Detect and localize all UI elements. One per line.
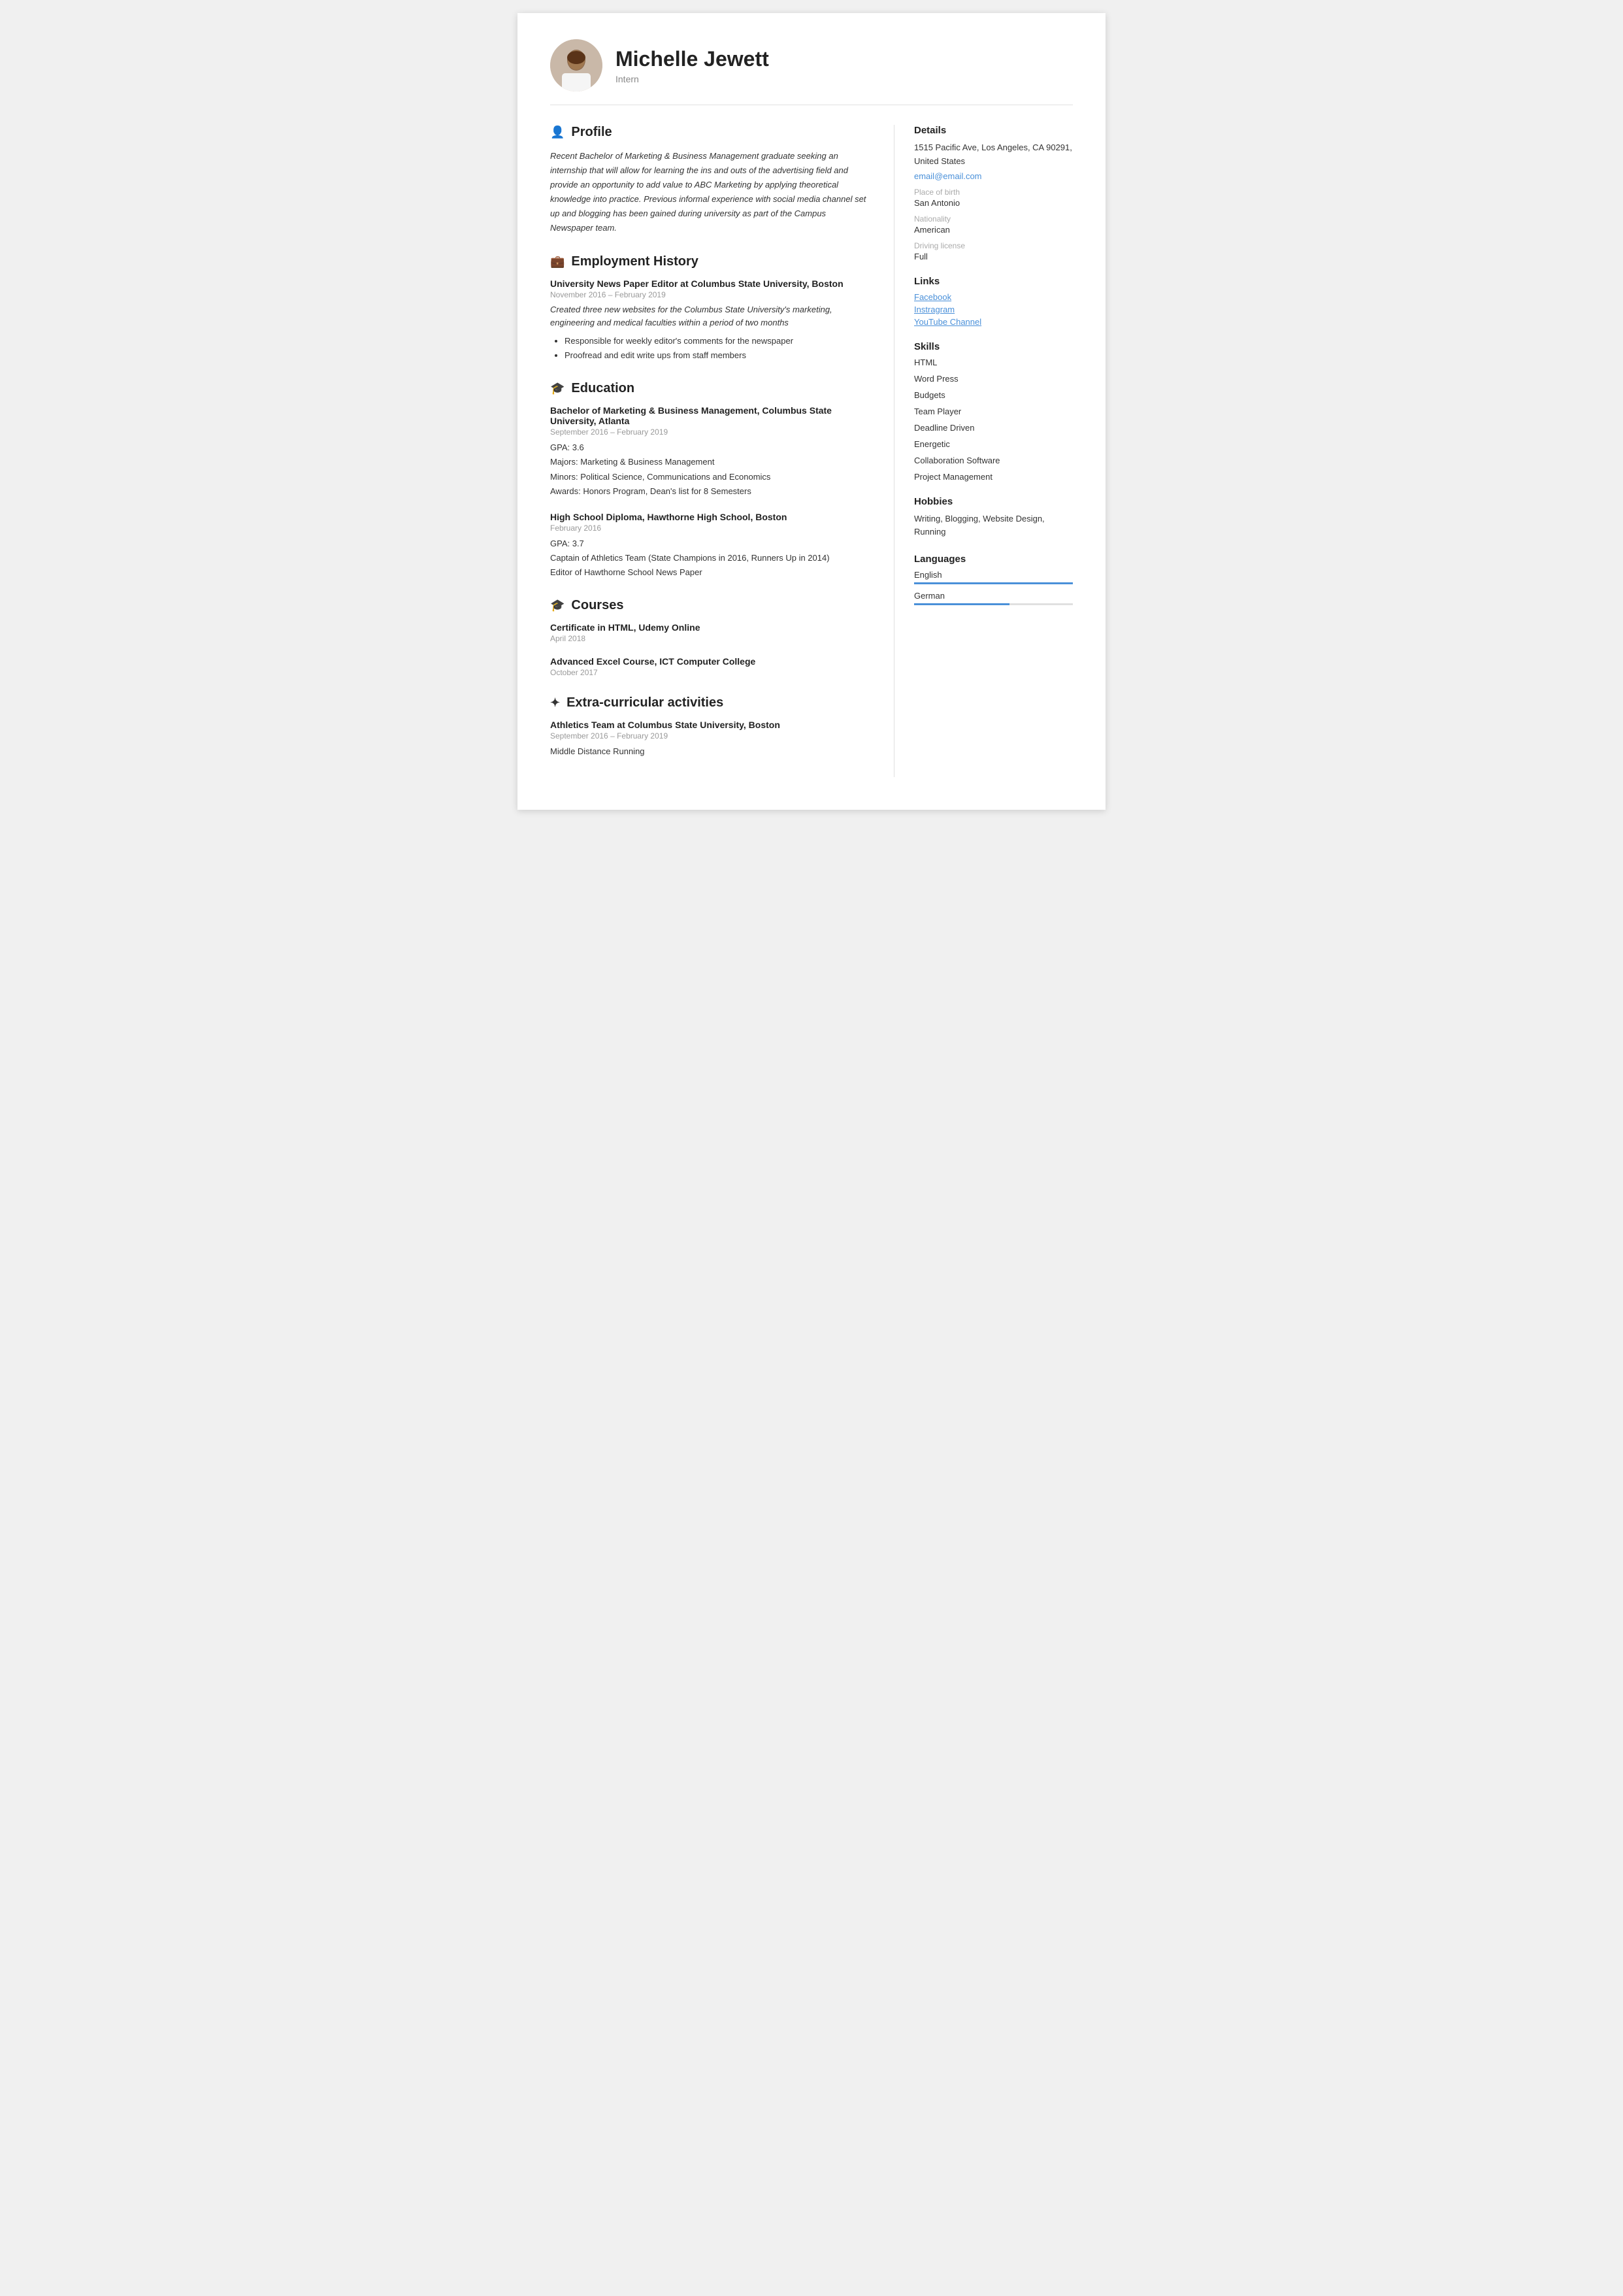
employment-bullets-0: Responsible for weekly editor's comments…	[550, 334, 868, 363]
resume-container: Michelle Jewett Intern 👤 Profile Recent …	[517, 13, 1106, 810]
language-bar-fill-0	[914, 582, 1073, 584]
links-section-title: Links	[914, 276, 1073, 287]
extracurricular-entry-0: Athletics Team at Columbus State Univers…	[550, 720, 868, 759]
hobbies-text: Writing, Blogging, Website Design, Runni…	[914, 512, 1073, 540]
courses-section-title: 🎓 Courses	[550, 598, 868, 613]
link-instagram[interactable]: Instragram	[914, 305, 1073, 314]
languages-section: Languages English German	[914, 554, 1073, 605]
skill-3: Team Player	[914, 407, 1073, 416]
course-date-0: April 2018	[550, 634, 868, 643]
profile-section: 👤 Profile Recent Bachelor of Marketing &…	[550, 125, 868, 236]
language-name-1: German	[914, 591, 1073, 601]
bullet-item: Proofread and edit write ups from staff …	[565, 348, 868, 363]
language-item-1: German	[914, 591, 1073, 605]
bullet-item: Responsible for weekly editor's comments…	[565, 334, 868, 348]
language-bar-fill-1	[914, 603, 1009, 605]
employment-date-0: November 2016 – February 2019	[550, 290, 868, 299]
place-of-birth-value: San Antonio	[914, 198, 1073, 208]
candidate-title: Intern	[615, 74, 769, 84]
avatar	[550, 39, 602, 92]
hobbies-section-title: Hobbies	[914, 496, 1073, 507]
driving-license-label: Driving license	[914, 241, 1073, 250]
skill-1: Word Press	[914, 374, 1073, 384]
course-entry-1: Advanced Excel Course, ICT Computer Coll…	[550, 656, 868, 677]
course-date-1: October 2017	[550, 668, 868, 677]
skills-section-title: Skills	[914, 341, 1073, 352]
education-section-title: 🎓 Education	[550, 381, 868, 396]
profile-text: Recent Bachelor of Marketing & Business …	[550, 149, 868, 236]
skill-2: Budgets	[914, 390, 1073, 400]
languages-section-title: Languages	[914, 554, 1073, 565]
skill-7: Project Management	[914, 472, 1073, 482]
right-column: Details 1515 Pacific Ave, Los Angeles, C…	[894, 125, 1073, 777]
header-info: Michelle Jewett Intern	[615, 47, 769, 84]
education-section: 🎓 Education Bachelor of Marketing & Busi…	[550, 381, 868, 580]
education-entry-0: Bachelor of Marketing & Business Managem…	[550, 405, 868, 498]
employment-section: 💼 Employment History University News Pap…	[550, 254, 868, 363]
nationality-label: Nationality	[914, 214, 1073, 224]
employment-icon: 💼	[550, 255, 565, 269]
employment-section-title: 💼 Employment History	[550, 254, 868, 269]
course-entry-0: Certificate in HTML, Udemy Online April …	[550, 622, 868, 643]
language-bar-bg-1	[914, 603, 1073, 605]
driving-license-value: Full	[914, 252, 1073, 261]
place-of-birth-label: Place of birth	[914, 188, 1073, 197]
detail-address: 1515 Pacific Ave, Los Angeles, CA 90291,…	[914, 141, 1073, 169]
education-title-1: High School Diploma, Hawthorne High Scho…	[550, 512, 868, 522]
employment-entry-0: University News Paper Editor at Columbus…	[550, 278, 868, 363]
candidate-name: Michelle Jewett	[615, 47, 769, 71]
education-detail-0-2: Minors: Political Science, Communication…	[550, 470, 868, 484]
details-section-title: Details	[914, 125, 1073, 136]
skill-4: Deadline Driven	[914, 423, 1073, 433]
link-facebook[interactable]: Facebook	[914, 292, 1073, 302]
hobbies-section: Hobbies Writing, Blogging, Website Desig…	[914, 496, 1073, 540]
education-detail-0-3: Awards: Honors Program, Dean's list for …	[550, 484, 868, 499]
education-entry-1: High School Diploma, Hawthorne High Scho…	[550, 512, 868, 580]
extracurricular-date-0: September 2016 – February 2019	[550, 731, 868, 740]
link-youtube[interactable]: YouTube Channel	[914, 317, 1073, 327]
skill-0: HTML	[914, 358, 1073, 367]
education-date-1: February 2016	[550, 524, 868, 533]
skill-5: Energetic	[914, 439, 1073, 449]
language-bar-bg-0	[914, 582, 1073, 584]
profile-icon: 👤	[550, 125, 565, 139]
education-detail-1-1: Captain of Athletics Team (State Champio…	[550, 551, 868, 565]
left-column: 👤 Profile Recent Bachelor of Marketing &…	[550, 125, 868, 777]
course-title-1: Advanced Excel Course, ICT Computer Coll…	[550, 656, 868, 667]
resume-header: Michelle Jewett Intern	[550, 39, 1073, 105]
details-section: Details 1515 Pacific Ave, Los Angeles, C…	[914, 125, 1073, 261]
education-detail-0-1: Majors: Marketing & Business Management	[550, 455, 868, 469]
education-detail-1-0: GPA: 3.7	[550, 537, 868, 551]
main-layout: 👤 Profile Recent Bachelor of Marketing &…	[550, 125, 1073, 777]
skill-6: Collaboration Software	[914, 456, 1073, 465]
profile-section-title: 👤 Profile	[550, 125, 868, 140]
education-title-0: Bachelor of Marketing & Business Managem…	[550, 405, 868, 426]
nationality-value: American	[914, 225, 1073, 235]
courses-section: 🎓 Courses Certificate in HTML, Udemy Onl…	[550, 598, 868, 677]
links-section: Links Facebook Instragram YouTube Channe…	[914, 276, 1073, 327]
extracurricular-title-0: Athletics Team at Columbus State Univers…	[550, 720, 868, 730]
extracurricular-section: ✦ Extra-curricular activities Athletics …	[550, 695, 868, 759]
course-title-0: Certificate in HTML, Udemy Online	[550, 622, 868, 633]
education-icon: 🎓	[550, 382, 565, 395]
employment-title-0: University News Paper Editor at Columbus…	[550, 278, 868, 289]
extracurricular-detail-0-0: Middle Distance Running	[550, 744, 868, 759]
language-name-0: English	[914, 570, 1073, 580]
extracurricular-section-title: ✦ Extra-curricular activities	[550, 695, 868, 710]
education-detail-1-2: Editor of Hawthorne School News Paper	[550, 565, 868, 580]
detail-email: email@email.com	[914, 171, 1073, 181]
courses-icon: 🎓	[550, 599, 565, 612]
education-detail-0-0: GPA: 3.6	[550, 441, 868, 455]
skills-section: Skills HTML Word Press Budgets Team Play…	[914, 341, 1073, 482]
language-item-0: English	[914, 570, 1073, 584]
extracurricular-icon: ✦	[550, 696, 560, 710]
education-date-0: September 2016 – February 2019	[550, 427, 868, 437]
employment-desc-0: Created three new websites for the Colum…	[550, 303, 868, 331]
